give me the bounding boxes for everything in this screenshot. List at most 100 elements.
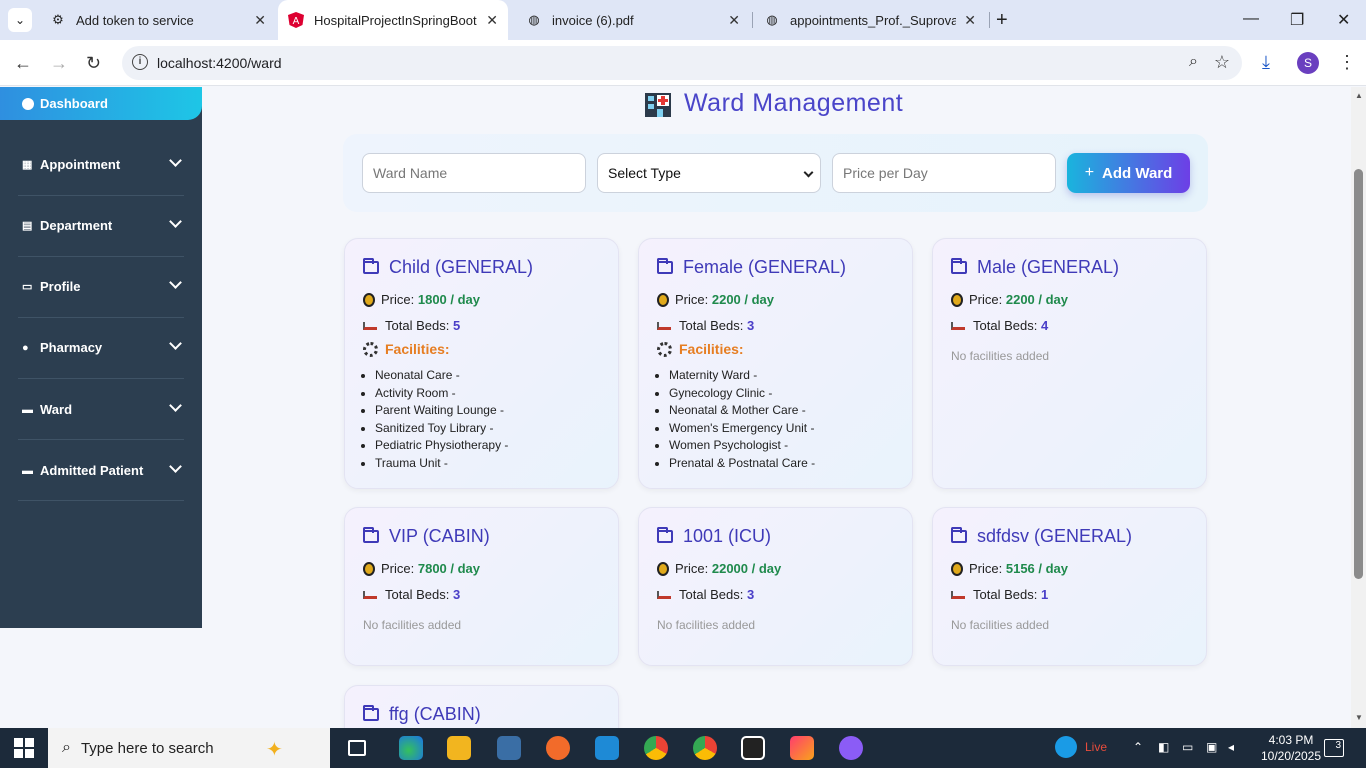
display-icon[interactable]: ▭	[1182, 740, 1193, 754]
no-facilities-text: No facilities added	[657, 618, 756, 632]
intellij-icon[interactable]	[790, 736, 814, 760]
list-item: Prenatal & Postnatal Care -	[669, 455, 815, 473]
edge-browser-icon[interactable]	[399, 736, 423, 760]
medal-icon	[363, 561, 375, 576]
address-bar[interactable]: i localhost:4200/ward ⌕ ☆	[122, 46, 1242, 80]
close-icon[interactable]: ✕	[254, 12, 266, 29]
address-toolbar: ← → ↻ i localhost:4200/ward ⌕ ☆ ⤓ S ⋮	[0, 40, 1366, 86]
profile-avatar[interactable]: S	[1297, 52, 1319, 74]
tab-hospital-project[interactable]: A HospitalProjectInSpringBoot ✕	[278, 0, 508, 40]
taskbar-search[interactable]: ⌕ Type here to search ✦	[48, 728, 330, 768]
list-item: Pediatric Physiotherapy -	[375, 437, 508, 455]
weather-live-label[interactable]: Live	[1085, 740, 1107, 754]
bed-icon	[951, 590, 965, 599]
download-icon[interactable]: ⤓	[1262, 52, 1270, 73]
restore-icon[interactable]: ❐	[1290, 10, 1304, 30]
chrome-icon[interactable]	[644, 736, 668, 760]
new-tab-button[interactable]: +	[996, 9, 1008, 32]
list-item: Activity Room -	[375, 385, 508, 403]
sidebar-item-department[interactable]: ▤ Department	[0, 195, 202, 256]
tab-add-token[interactable]: ⚙ Add token to service ✕	[40, 0, 276, 40]
file-explorer-icon[interactable]	[447, 736, 471, 760]
ward-card[interactable]: Child (GENERAL) Price: 1800 / day Total …	[344, 238, 619, 489]
chrome-icon[interactable]	[693, 736, 717, 760]
scroll-down-arrow-icon[interactable]: ▼	[1355, 713, 1363, 722]
task-view-icon[interactable]	[348, 740, 366, 756]
price-per-day-input[interactable]: Price per Day	[832, 153, 1056, 193]
folder-icon	[657, 258, 673, 274]
sidebar-item-dashboard[interactable]: Dashboard	[0, 87, 202, 120]
ward-name: Child (GENERAL)	[389, 257, 534, 277]
notification-icon[interactable]: 3	[1324, 739, 1344, 757]
url-text[interactable]: localhost:4200/ward	[157, 55, 282, 71]
forward-arrow-icon[interactable]: →	[50, 53, 68, 74]
ward-beds: 3	[452, 587, 461, 602]
ward-type-select[interactable]: Select Type	[597, 153, 821, 193]
scroll-up-arrow-icon[interactable]: ▲	[1355, 91, 1363, 100]
ward-card[interactable]: Male (GENERAL) Price: 2200 / day Total B…	[932, 238, 1207, 489]
medal-icon	[951, 292, 963, 307]
list-item: Neonatal Care -	[375, 367, 508, 385]
ward-name-input[interactable]: Ward Name	[362, 153, 586, 193]
ward-price: 5156 / day	[1005, 561, 1069, 576]
network-icon[interactable]: ▣	[1206, 740, 1217, 754]
app-icon[interactable]	[497, 736, 521, 760]
video-app-icon[interactable]	[741, 736, 765, 760]
back-arrow-icon[interactable]: ←	[14, 53, 32, 74]
ward-card[interactable]: Female (GENERAL) Price: 2200 / day Total…	[638, 238, 913, 489]
close-icon[interactable]: ✕	[964, 12, 976, 29]
ward-beds: 3	[746, 587, 755, 602]
angular-icon: A	[288, 12, 304, 28]
sidebar-item-profile[interactable]: ▭ Profile	[0, 256, 202, 317]
chevron-down-icon	[169, 215, 182, 228]
list-item: Women Psychologist -	[669, 437, 815, 455]
add-ward-button[interactable]: + Add Ward	[1067, 153, 1190, 193]
ward-card[interactable]: VIP (CABIN) Price: 7800 / day Total Beds…	[344, 507, 619, 666]
postman-icon[interactable]	[546, 736, 570, 760]
tab-invoice-pdf[interactable]: ◍ invoice (6).pdf ✕	[516, 0, 750, 40]
ward-card[interactable]: 1001 (ICU) Price: 22000 / day Total Beds…	[638, 507, 913, 666]
close-window-icon[interactable]: ✕	[1337, 10, 1350, 30]
volume-muted-icon[interactable]: ◂	[1228, 740, 1234, 754]
folder-icon	[363, 258, 379, 274]
ward-price: 2200 / day	[1005, 292, 1069, 307]
page-scrollbar[interactable]: ▲ ▼	[1351, 87, 1366, 728]
info-icon[interactable]: i	[132, 54, 148, 70]
list-item: Sanitized Toy Library -	[375, 420, 508, 438]
calendar-icon: ▦	[22, 159, 33, 171]
medal-icon	[363, 292, 375, 307]
sidebar-item-ward[interactable]: ▬ Ward	[0, 379, 202, 440]
sidebar: Dashboard ▦ Appointment ▤ Department ▭ P…	[0, 87, 202, 628]
weather-icon[interactable]	[1055, 736, 1077, 758]
pills-icon: ●	[22, 341, 29, 354]
tab-search-button[interactable]: ⌄	[8, 8, 32, 32]
meet-icon[interactable]: ◧	[1158, 740, 1169, 754]
vscode-icon[interactable]	[595, 736, 619, 760]
ward-card[interactable]: ffg (CABIN)	[344, 685, 619, 728]
windows-start-icon[interactable]	[14, 738, 34, 758]
chevron-down-icon	[169, 276, 182, 289]
close-icon[interactable]: ✕	[486, 12, 498, 29]
reload-icon[interactable]: ↻	[86, 53, 101, 74]
sidebar-item-pharmacy[interactable]: ● Pharmacy	[0, 317, 202, 378]
tab-appointments[interactable]: ◍ appointments_Prof._Suprova_Si ✕	[754, 0, 986, 40]
more-menu-icon[interactable]: ⋮	[1338, 52, 1356, 73]
chevron-up-icon[interactable]: ⌃	[1133, 740, 1143, 754]
minimize-icon[interactable]: —	[1243, 10, 1259, 28]
ward-card[interactable]: sdfdsv (GENERAL) Price: 5156 / day Total…	[932, 507, 1207, 666]
bed-icon	[657, 321, 671, 330]
sidebar-item-appointment[interactable]: ▦ Appointment	[0, 134, 202, 195]
taskbar-clock[interactable]: 4:03 PM 10/20/2025	[1256, 732, 1326, 764]
sidebar-item-admitted-patient[interactable]: ▬ Admitted Patient	[0, 440, 202, 501]
list-item: Maternity Ward -	[669, 367, 815, 385]
close-icon[interactable]: ✕	[728, 12, 740, 29]
globe-icon: ◍	[766, 12, 778, 27]
openai-icon: ⚙	[52, 12, 64, 27]
zoom-icon[interactable]: ⌕	[1189, 53, 1198, 71]
github-icon[interactable]	[839, 736, 863, 760]
bed-icon	[363, 590, 377, 599]
chevron-down-icon	[169, 337, 182, 350]
bookmark-star-icon[interactable]: ☆	[1214, 52, 1230, 73]
scrollbar-thumb[interactable]	[1354, 169, 1363, 579]
medal-icon	[657, 292, 669, 307]
